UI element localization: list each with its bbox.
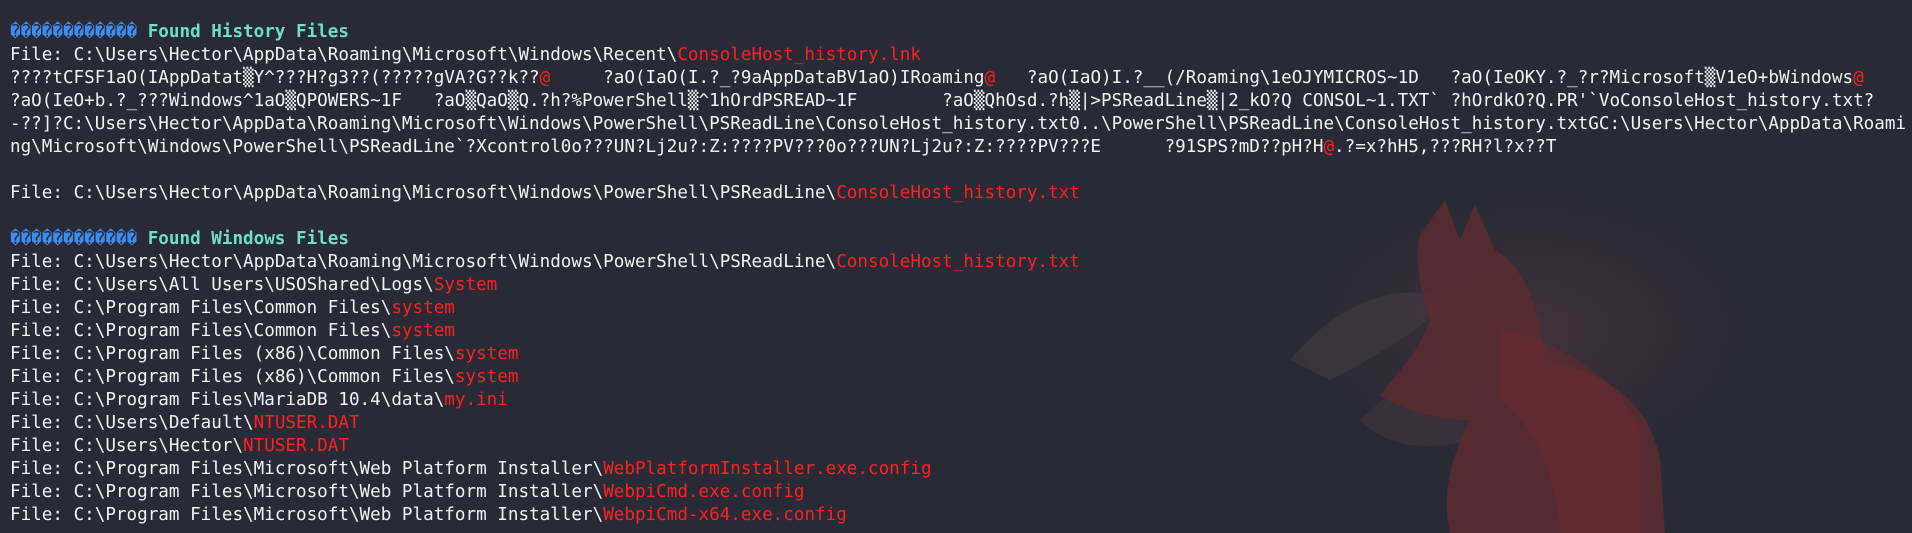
file-name-highlight: System — [433, 275, 498, 295]
file-prefix: File: — [10, 45, 74, 65]
file-path: C:\Program Files (x86)\Common Files\ — [73, 367, 455, 387]
file-prefix: File: — [10, 344, 74, 364]
file-name-highlight: WebPlatformInstaller.exe.config — [603, 459, 932, 479]
binary-at-highlight: @ — [1853, 68, 1864, 88]
binary-at-highlight: @ — [984, 68, 996, 88]
section-title: Found Windows Files — [147, 229, 349, 249]
file-line: File: C:\Program Files\Common Files\syst… — [10, 297, 1908, 320]
binary-text: ????tCFSF1aO(IAppDatat▒Y^???H?g3??(?????… — [10, 68, 540, 88]
file-name-highlight: ConsoleHost_history.txt — [836, 252, 1080, 272]
file-name-highlight: WebpiCmd.exe.config — [603, 482, 805, 502]
file-prefix: File: — [10, 275, 74, 295]
lnk-binary-content: ????tCFSF1aO(IAppDatat▒Y^???H?g3??(?????… — [10, 67, 1908, 159]
file-line: File: C:\Users\Default\NTUSER.DAT — [10, 412, 1908, 435]
windows-file-list: File: C:\Users\Hector\AppData\Roaming\Mi… — [10, 251, 1908, 527]
marker-glyphs: ������������ — [10, 229, 138, 249]
file-prefix: File: — [10, 482, 74, 502]
file-line: File: C:\Users\Hector\NTUSER.DAT — [10, 435, 1908, 458]
file-prefix: File: — [10, 459, 74, 479]
section-header-history: ������������ Found History Files — [10, 21, 1908, 44]
file-name-highlight: system — [454, 344, 519, 364]
file-name-highlight: NTUSER.DAT — [243, 436, 349, 456]
file-name-highlight: my.ini — [444, 390, 508, 410]
file-line: File: C:\Program Files\Microsoft\Web Pla… — [10, 504, 1908, 527]
file-line: File: C:\Program Files\MariaDB 10.4\data… — [10, 389, 1908, 412]
binary-text: ?aO(IaO)I.?__(/Roaming\1eOJYMICROS~1D ?a… — [995, 68, 1854, 88]
file-path: C:\Users\Hector\AppData\Roaming\Microsof… — [73, 252, 837, 272]
file-path: C:\Program Files\Microsoft\Web Platform … — [73, 505, 604, 525]
file-path: C:\Users\Hector\AppData\Roaming\Microsof… — [73, 45, 678, 65]
file-name-highlight: system — [454, 367, 519, 387]
file-path: C:\Program Files\Microsoft\Web Platform … — [73, 482, 604, 502]
file-path: C:\Program Files (x86)\Common Files\ — [73, 344, 455, 364]
file-prefix: File: — [10, 413, 74, 433]
file-line-lnk: File: C:\Users\Hector\AppData\Roaming\Mi… — [10, 44, 1908, 67]
file-line: File: C:\Program Files\Microsoft\Web Pla… — [10, 481, 1908, 504]
file-line: File: C:\Program Files\Microsoft\Web Pla… — [10, 458, 1908, 481]
file-line: File: C:\Users\Hector\AppData\Roaming\Mi… — [10, 251, 1908, 274]
file-line: File: C:\Program Files\Common Files\syst… — [10, 320, 1908, 343]
file-prefix: File: — [10, 436, 74, 456]
binary-text: ?aO(IaO(I.?_?9aAppDataBV1aO)IRoaming — [550, 68, 985, 88]
file-name-highlight: NTUSER.DAT — [253, 413, 360, 433]
binary-at-highlight: @ — [539, 68, 551, 88]
file-path: C:\Program Files\Common Files\ — [73, 321, 392, 341]
terminal-output: ������������ Found History Files File: C… — [0, 0, 1908, 527]
file-line: File: C:\Users\All Users\USOShared\Logs\… — [10, 274, 1908, 297]
file-path: C:\Users\Hector\ — [73, 436, 244, 456]
file-path: C:\Users\Default\ — [73, 413, 254, 433]
section-title: Found History Files — [147, 22, 349, 42]
file-prefix: File: — [10, 321, 74, 341]
file-line-history-txt: File: C:\Users\Hector\AppData\Roaming\Mi… — [10, 182, 1908, 205]
file-name-highlight: system — [391, 298, 455, 318]
file-prefix: File: — [10, 390, 74, 410]
file-name-highlight: WebpiCmd-x64.exe.config — [603, 505, 847, 525]
section-header-windows: ������������ Found Windows Files — [10, 228, 1908, 251]
file-prefix: File: — [10, 252, 74, 272]
file-path: C:\Users\All Users\USOShared\Logs\ — [73, 275, 434, 295]
file-path: C:\Program Files\Common Files\ — [73, 298, 392, 318]
marker-glyphs: ������������ — [10, 22, 138, 42]
file-path: C:\Program Files\Microsoft\Web Platform … — [73, 459, 604, 479]
binary-at-highlight: @ — [1323, 137, 1335, 157]
binary-text: .?=x?hH5,???RH?l?x??T — [1334, 137, 1557, 157]
file-line: File: C:\Program Files (x86)\Common File… — [10, 343, 1908, 366]
file-name-highlight: ConsoleHost_history.txt — [836, 183, 1080, 203]
file-prefix: File: — [10, 505, 74, 525]
file-path: C:\Program Files\MariaDB 10.4\data\ — [73, 390, 445, 410]
file-path: C:\Users\Hector\AppData\Roaming\Microsof… — [73, 183, 837, 203]
file-name-highlight: ConsoleHost_history.lnk — [677, 45, 921, 65]
file-prefix: File: — [10, 298, 74, 318]
file-name-highlight: system — [391, 321, 455, 341]
file-prefix: File: — [10, 367, 74, 387]
file-line: File: C:\Program Files (x86)\Common File… — [10, 366, 1908, 389]
file-prefix: File: — [10, 183, 74, 203]
